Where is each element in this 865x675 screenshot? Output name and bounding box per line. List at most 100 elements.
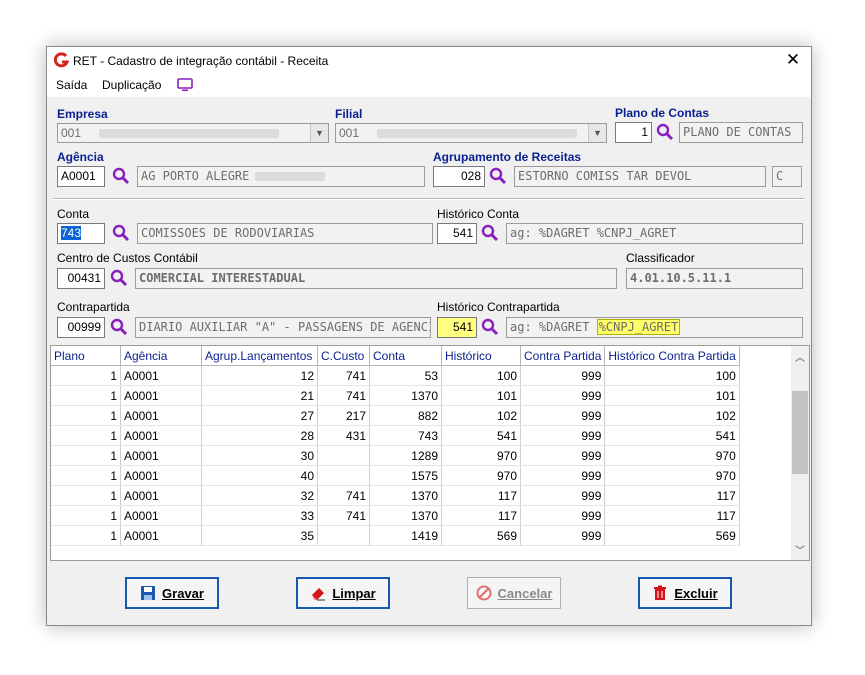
filial-select[interactable]: 001 ▼ <box>335 123 607 143</box>
chevron-down-icon[interactable]: ﹀ <box>791 542 809 557</box>
table-cell <box>317 525 370 546</box>
table-row[interactable]: 1 A0001 27 217 882 102 999 102 <box>51 405 740 426</box>
chevron-down-icon[interactable]: ▼ <box>588 124 606 142</box>
table-cell: 970 <box>604 465 740 486</box>
table-cell: A0001 <box>120 465 202 486</box>
table-row[interactable]: 1 A0001 12 741 53 100 999 100 <box>51 365 740 386</box>
table-cell: 102 <box>604 405 740 426</box>
col-historico-contra-partida[interactable]: Histórico Contra Partida <box>604 346 740 366</box>
limpar-button[interactable]: Limpar <box>296 577 390 609</box>
plano-contas-code-input[interactable]: 1 <box>615 122 652 143</box>
filial-value: 001 <box>339 126 360 140</box>
cancelar-button[interactable]: Cancelar <box>467 577 561 609</box>
col-historico[interactable]: Histórico <box>441 346 521 366</box>
vertical-scrollbar[interactable]: ︿ ﹀ <box>791 346 809 560</box>
table-row[interactable]: 1 A0001 35 1419 569 999 569 <box>51 525 740 546</box>
excluir-button[interactable]: Excluir <box>638 577 732 609</box>
gravar-button[interactable]: Gravar <box>125 577 219 609</box>
redacted-text <box>255 172 326 181</box>
table-cell: 1419 <box>369 525 442 546</box>
historico-conta-code-input[interactable]: 541 <box>437 223 477 244</box>
table-cell: 970 <box>441 465 521 486</box>
contrapartida-code-input[interactable]: 00999 <box>57 317 105 338</box>
col-agencia[interactable]: Agência <box>120 346 202 366</box>
table-cell: A0001 <box>120 385 202 406</box>
table-cell: 33 <box>201 505 318 526</box>
table-cell: 1 <box>51 405 121 426</box>
historico-conta-label: Histórico Conta <box>437 207 520 221</box>
table-cell: 541 <box>604 425 740 446</box>
table-cell: 117 <box>441 505 521 526</box>
search-icon[interactable] <box>110 318 128 336</box>
filial-label: Filial <box>335 107 363 121</box>
menu-saida[interactable]: Saída <box>56 78 87 92</box>
table-cell: 1370 <box>369 485 442 506</box>
table-cell: 1289 <box>369 445 442 466</box>
redacted-text <box>99 129 280 139</box>
monitor-icon[interactable] <box>177 78 193 92</box>
agencia-code-input[interactable]: A0001 <box>57 166 105 187</box>
table-row[interactable]: 1 A0001 32 741 1370 117 999 117 <box>51 485 740 506</box>
table-cell: 970 <box>604 445 740 466</box>
table-cell: 743 <box>369 425 442 446</box>
agrupamento-extra: C <box>772 166 802 187</box>
table-cell: 999 <box>520 425 606 446</box>
table-cell: 100 <box>441 365 521 386</box>
table-row[interactable]: 1 A0001 28 431 743 541 999 541 <box>51 425 740 446</box>
search-icon[interactable] <box>489 167 507 185</box>
table-cell: 101 <box>441 385 521 406</box>
empresa-value: 001 <box>61 126 82 140</box>
search-icon[interactable] <box>112 167 130 185</box>
search-icon[interactable] <box>481 318 499 336</box>
col-c-custo[interactable]: C.Custo <box>317 346 370 366</box>
table-cell: 999 <box>520 385 606 406</box>
table-row[interactable]: 1 A0001 21 741 1370 101 999 101 <box>51 385 740 406</box>
col-contra-partida[interactable]: Contra Partida <box>520 346 606 366</box>
table-cell: 970 <box>441 445 521 466</box>
empresa-select[interactable]: 001 ▼ <box>57 123 329 143</box>
table-cell: 1370 <box>369 385 442 406</box>
menu-duplicacao[interactable]: Duplicação <box>102 78 161 92</box>
search-icon[interactable] <box>481 224 499 242</box>
table-row[interactable]: 1 A0001 40 1575 970 999 970 <box>51 465 740 486</box>
table-cell: 32 <box>201 485 318 506</box>
historico-contrapartida-prefix: ag: %DAGRET <box>510 320 597 334</box>
scrollbar-thumb[interactable] <box>792 391 808 474</box>
agrupamento-code-input[interactable]: 028 <box>433 166 485 187</box>
historico-contrapartida-desc: ag: %DAGRET %CNPJ_AGRET <box>506 317 803 338</box>
table-cell: 102 <box>441 405 521 426</box>
table-cell: 999 <box>520 525 606 546</box>
search-icon[interactable] <box>110 269 128 287</box>
col-agrup-lancamentos[interactable]: Agrup.Lançamentos <box>201 346 318 366</box>
table-cell: 117 <box>604 505 740 526</box>
table-row[interactable]: 1 A0001 33 741 1370 117 999 117 <box>51 505 740 526</box>
col-plano[interactable]: Plano <box>51 346 121 366</box>
gravar-label: Gravar <box>162 585 204 601</box>
plano-contas-label: Plano de Contas <box>615 106 710 120</box>
conta-code-input[interactable]: 743 <box>57 223 105 244</box>
table-cell: 999 <box>520 405 606 426</box>
table-cell: A0001 <box>120 525 202 546</box>
col-conta[interactable]: Conta <box>369 346 442 366</box>
table-cell: 569 <box>441 525 521 546</box>
dialog-window: RET - Cadastro de integração contábil - … <box>46 46 812 626</box>
eraser-icon <box>312 588 326 601</box>
centro-custos-code-input[interactable]: 00431 <box>57 268 105 289</box>
table-cell: 741 <box>317 485 370 506</box>
limpar-label: Limpar <box>332 585 376 601</box>
chevron-down-icon[interactable]: ▼ <box>310 124 328 142</box>
records-grid[interactable]: Plano Agência Agrup.Lançamentos C.Custo … <box>50 345 810 561</box>
table-cell: 21 <box>201 385 318 406</box>
table-row[interactable]: 1 A0001 30 1289 970 999 970 <box>51 445 740 466</box>
table-cell: 12 <box>201 365 318 386</box>
search-icon[interactable] <box>656 123 674 141</box>
table-cell: 999 <box>520 485 606 506</box>
chevron-up-icon[interactable]: ︿ <box>791 349 809 364</box>
table-cell: 999 <box>520 365 606 386</box>
search-icon[interactable] <box>112 224 130 242</box>
historico-contrapartida-code-input[interactable]: 541 <box>437 317 477 338</box>
close-button[interactable]: ✕ <box>783 50 803 70</box>
table-cell: A0001 <box>120 445 202 466</box>
records-table: Plano Agência Agrup.Lançamentos C.Custo … <box>51 346 740 546</box>
table-cell: 27 <box>201 405 318 426</box>
